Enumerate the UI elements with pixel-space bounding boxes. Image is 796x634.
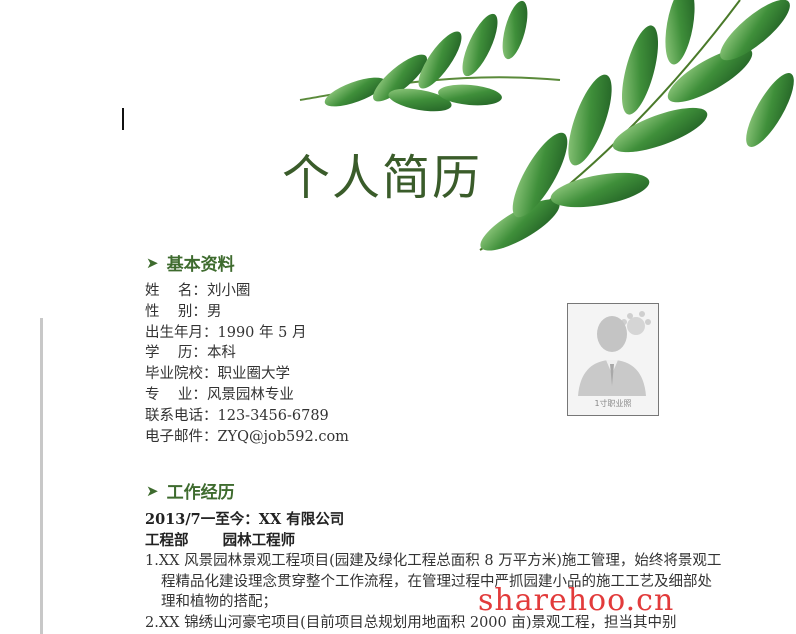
work-role: 工程部 园林工程师 — [145, 531, 725, 552]
info-row: 联系电话：123-3456-6789 — [145, 406, 349, 427]
watermark: sharehoo.cn — [478, 583, 675, 618]
work-position: 园林工程师 — [222, 531, 296, 549]
info-label: 姓 名： — [145, 283, 207, 299]
info-value: 1990 年 5 月 — [217, 324, 307, 341]
info-row: 毕业院校：职业圈大学 — [145, 364, 349, 385]
info-value: 男 — [206, 303, 222, 320]
work-department: 工程部 — [145, 531, 189, 549]
info-row: 性 别：男 — [145, 302, 349, 323]
info-value: 本科 — [206, 345, 236, 362]
info-label: 性 别： — [145, 303, 207, 320]
info-label: 学 历： — [145, 345, 207, 362]
info-value: 123-3456-6789 — [217, 407, 329, 424]
info-value: 刘小圈 — [206, 283, 251, 299]
photo-caption: 1寸职业照 — [594, 399, 632, 408]
info-row: 专 业：风景园林专业 — [145, 385, 349, 406]
info-label: 联系电话： — [145, 407, 218, 424]
work-heading-text: 工作经历 — [166, 483, 235, 503]
info-label: 出生年月： — [145, 324, 218, 341]
profile-photo: 1寸职业照 — [567, 303, 659, 416]
info-value: 风景园林专业 — [206, 386, 294, 403]
info-label: 电子邮件： — [145, 428, 218, 445]
info-label: 专 业： — [145, 386, 207, 403]
info-row: 学 历：本科 — [145, 343, 349, 364]
info-label: 毕业院校： — [145, 366, 218, 383]
resume-title: 个人简历 — [282, 150, 483, 206]
work-period: 2013/7一至今：XX 有限公司 — [145, 511, 345, 528]
basic-info-heading: ➤ 基本资料 — [146, 250, 235, 276]
basic-info-list: 姓 名：刘小圈 性 别：男 出生年月：1990 年 5 月 学 历：本科 毕业院… — [145, 281, 349, 447]
basic-info-heading-text: 基本资料 — [166, 255, 235, 275]
avatar-icon — [578, 311, 651, 396]
info-row: 姓 名：刘小圈 — [145, 281, 349, 302]
info-row: 电子邮件：ZYQ@job592.com — [145, 427, 349, 448]
text-cursor — [122, 108, 124, 130]
info-row: 出生年月：1990 年 5 月 — [145, 323, 349, 344]
work-heading: ➤ 工作经历 — [146, 478, 235, 504]
info-value: 职业圈大学 — [217, 366, 291, 383]
info-value: ZYQ@job592.com — [217, 428, 349, 445]
arrow-icon: ➤ — [146, 253, 159, 272]
side-divider — [40, 318, 43, 634]
arrow-icon: ➤ — [146, 481, 159, 500]
